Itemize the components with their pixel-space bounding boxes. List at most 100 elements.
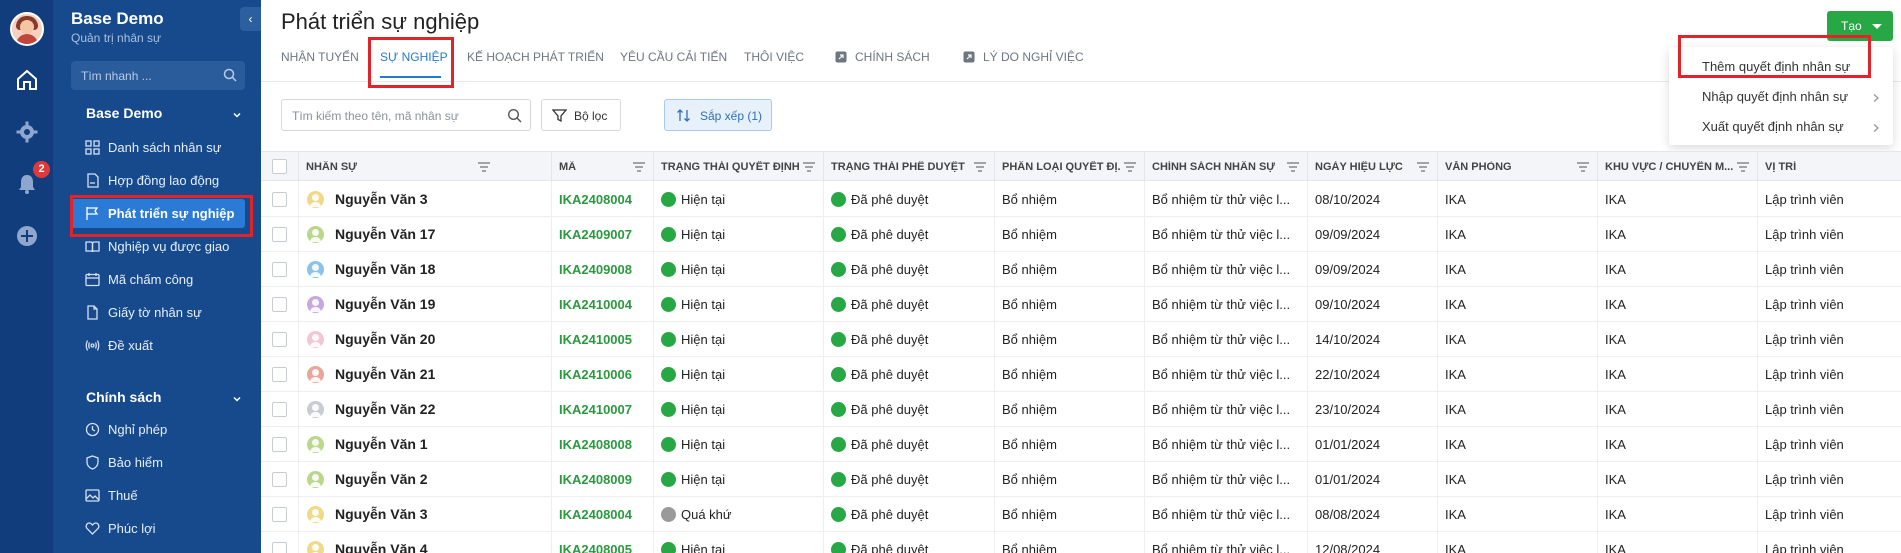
chevron-down-icon[interactable] — [231, 109, 243, 121]
header-area[interactable]: KHU VỰC / CHUYÊN M... — [1597, 152, 1757, 182]
row-checkbox[interactable] — [272, 542, 287, 553]
row-checkbox[interactable] — [272, 507, 287, 522]
sidebar-item-insurance[interactable]: Bảo hiểm — [71, 448, 245, 477]
collapse-sidebar-button[interactable]: ‹ — [240, 7, 261, 31]
table-row[interactable]: Nguyễn Văn 19 IKA2410004 Hiện tại Đã phê du… — [261, 287, 1901, 322]
sidebar-item-employee-list[interactable]: Danh sách nhân sự — [71, 133, 245, 162]
sidebar-item-labor-contract[interactable]: Hợp đồng lao động — [71, 166, 245, 195]
header-code[interactable]: MÃ — [551, 152, 653, 182]
column-filter-icon[interactable] — [973, 161, 987, 173]
tab-resignation[interactable]: THÔI VIỆC — [744, 50, 804, 64]
table-row[interactable]: Nguyễn Văn 3 IKA2408004 Quá khứ Đã phê duyệ… — [261, 497, 1901, 532]
employee-code[interactable]: IKA2408008 — [559, 437, 632, 452]
tab-resignation-reasons[interactable]: LÝ DO NGHỈ VIỆC — [963, 50, 1084, 64]
row-checkbox[interactable] — [272, 297, 287, 312]
header-position[interactable]: VỊ TRÍ — [1757, 152, 1901, 182]
employee-name[interactable]: Nguyễn Văn 20 — [335, 331, 435, 347]
employee-code[interactable]: IKA2409007 — [559, 227, 632, 242]
header-effective-date[interactable]: NGÀY HIỆU LỰC — [1307, 152, 1437, 182]
sidebar-item-benefits[interactable]: Phúc lợi — [71, 514, 245, 543]
tab-development-plan[interactable]: KẾ HOẠCH PHÁT TRIỂN — [467, 50, 604, 64]
column-filter-icon[interactable] — [802, 161, 816, 173]
section-title-base-demo[interactable]: Base Demo — [86, 105, 162, 121]
header-employee[interactable]: NHÂN SỰ — [298, 152, 498, 182]
employee-code[interactable]: IKA2408005 — [559, 542, 632, 553]
filter-button[interactable]: Bộ lọc — [541, 99, 621, 131]
employee-search-input[interactable]: Tìm kiếm theo tên, mã nhân sự — [281, 99, 531, 131]
column-filter-icon[interactable] — [1123, 161, 1137, 173]
employee-name[interactable]: Nguyễn Văn 21 — [335, 366, 435, 382]
cell-code[interactable]: IKA2408005 — [551, 532, 653, 553]
table-row[interactable]: Nguyễn Văn 21 IKA2410006 Hiện tại Đã phê du… — [261, 357, 1901, 392]
tab-policy[interactable]: CHÍNH SÁCH — [835, 50, 930, 64]
sort-button[interactable]: Sắp xếp (1) — [664, 99, 772, 131]
employee-code[interactable]: IKA2408009 — [559, 472, 632, 487]
row-checkbox[interactable] — [272, 227, 287, 242]
employee-code[interactable]: IKA2410005 — [559, 332, 632, 347]
cell-code[interactable]: IKA2408004 — [551, 182, 653, 217]
employee-code[interactable]: IKA2408004 — [559, 192, 632, 207]
table-row[interactable]: Nguyễn Văn 1 IKA2408008 Hiện tại Đã phê duy… — [261, 427, 1901, 462]
sidebar-item-leave[interactable]: Nghỉ phép — [71, 415, 245, 444]
row-checkbox[interactable] — [272, 472, 287, 487]
column-filter-icon[interactable] — [1416, 161, 1430, 173]
settings-icon[interactable] — [15, 120, 39, 144]
employee-name[interactable]: Nguyễn Văn 22 — [335, 401, 435, 417]
cell-name[interactable]: Nguyễn Văn 20 — [298, 322, 498, 357]
column-filter-icon[interactable] — [477, 161, 491, 173]
cell-name[interactable]: Nguyễn Văn 2 — [298, 462, 498, 497]
table-row[interactable]: Nguyễn Văn 20 IKA2410005 Hiện tại Đã phê du… — [261, 322, 1901, 357]
column-filter-icon[interactable] — [1286, 161, 1300, 173]
home-icon[interactable] — [15, 68, 39, 92]
row-checkbox[interactable] — [272, 437, 287, 452]
employee-code[interactable]: IKA2408004 — [559, 507, 632, 522]
cell-name[interactable]: Nguyễn Văn 21 — [298, 357, 498, 392]
table-row[interactable]: Nguyễn Văn 18 IKA2409008 Hiện tại Đã phê du… — [261, 252, 1901, 287]
row-checkbox[interactable] — [272, 192, 287, 207]
employee-code[interactable]: IKA2410004 — [559, 297, 632, 312]
employee-name[interactable]: Nguyễn Văn 3 — [335, 191, 428, 207]
header-office[interactable]: VĂN PHÒNG — [1437, 152, 1597, 182]
cell-code[interactable]: IKA2410005 — [551, 322, 653, 357]
table-row[interactable]: Nguyễn Văn 22 IKA2410007 Hiện tại Đã phê du… — [261, 392, 1901, 427]
cell-name[interactable]: Nguyễn Văn 17 — [298, 217, 498, 252]
cell-code[interactable]: IKA2408008 — [551, 427, 653, 462]
sidebar-item-proposals[interactable]: Đề xuất — [71, 331, 245, 360]
cell-code[interactable]: IKA2409007 — [551, 217, 653, 252]
menu-item-import-decision[interactable]: Nhập quyết định nhân sự — [1669, 81, 1893, 111]
cell-name[interactable]: Nguyễn Văn 4 — [298, 532, 498, 553]
employee-name[interactable]: Nguyễn Văn 19 — [335, 296, 435, 312]
sidebar-item-attendance-code[interactable]: Mã chấm công — [71, 265, 245, 294]
column-filter-icon[interactable] — [632, 161, 646, 173]
menu-item-export-decision[interactable]: Xuất quyết định nhân sự — [1669, 111, 1893, 141]
employee-code[interactable]: IKA2410006 — [559, 367, 632, 382]
cell-code[interactable]: IKA2410006 — [551, 357, 653, 392]
employee-name[interactable]: Nguyễn Văn 2 — [335, 471, 428, 487]
table-row[interactable]: Nguyễn Văn 2 IKA2408009 Hiện tại Đã phê duy… — [261, 462, 1901, 497]
employee-code[interactable]: IKA2409008 — [559, 262, 632, 277]
employee-name[interactable]: Nguyễn Văn 4 — [335, 541, 428, 553]
select-all-checkbox[interactable] — [272, 159, 287, 174]
section-title-policy[interactable]: Chính sách — [86, 389, 161, 405]
table-row[interactable]: Nguyễn Văn 17 IKA2409007 Hiện tại Đã phê du… — [261, 217, 1901, 252]
header-approval-status[interactable]: TRẠNG THÁI PHÊ DUYỆT — [823, 152, 994, 182]
row-checkbox[interactable] — [272, 332, 287, 347]
column-filter-icon[interactable] — [1736, 161, 1750, 173]
chevron-down-icon[interactable] — [231, 393, 243, 405]
employee-name[interactable]: Nguyễn Văn 3 — [335, 506, 428, 522]
sidebar-item-hr-documents[interactable]: Giấy tờ nhân sự — [71, 298, 245, 327]
cell-code[interactable]: IKA2410004 — [551, 287, 653, 322]
cell-name[interactable]: Nguyễn Văn 3 — [298, 182, 498, 217]
cell-code[interactable]: IKA2410007 — [551, 392, 653, 427]
employee-code[interactable]: IKA2410007 — [559, 402, 632, 417]
cell-code[interactable]: IKA2408004 — [551, 497, 653, 532]
cell-name[interactable]: Nguyễn Văn 1 — [298, 427, 498, 462]
add-circle-icon[interactable] — [15, 224, 39, 248]
row-checkbox[interactable] — [272, 402, 287, 417]
employee-name[interactable]: Nguyễn Văn 18 — [335, 261, 435, 277]
sidebar-item-tax[interactable]: Thuế — [71, 481, 245, 510]
cell-name[interactable]: Nguyễn Văn 18 — [298, 252, 498, 287]
employee-name[interactable]: Nguyễn Văn 17 — [335, 226, 435, 242]
table-row[interactable]: Nguyễn Văn 3 IKA2408004 Hiện tại Đã phê duy… — [261, 182, 1901, 217]
cell-name[interactable]: Nguyễn Văn 19 — [298, 287, 498, 322]
